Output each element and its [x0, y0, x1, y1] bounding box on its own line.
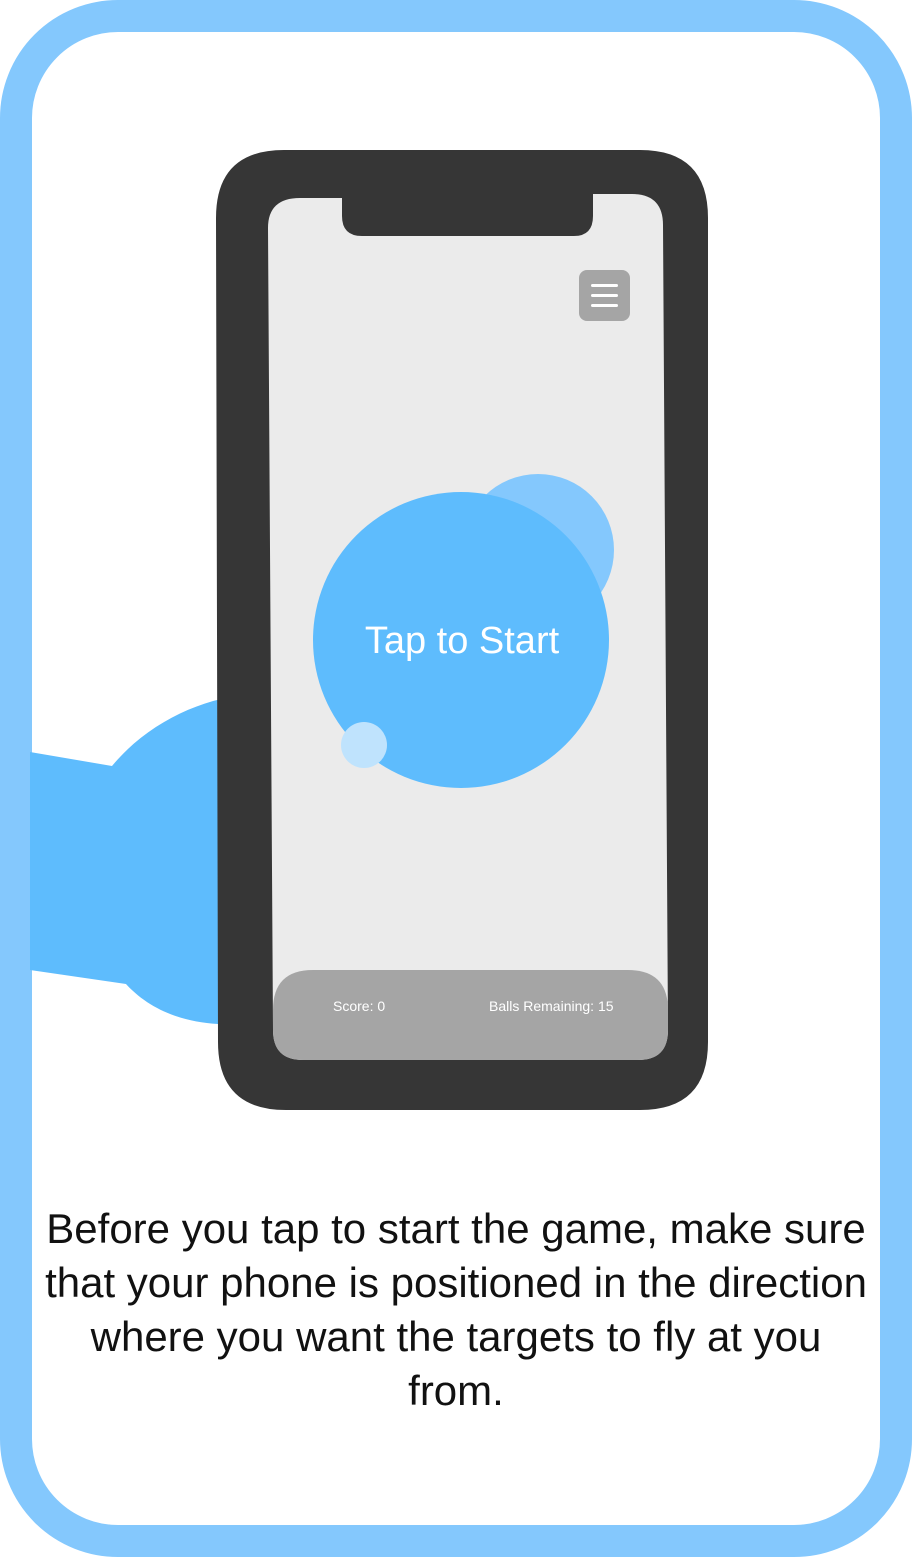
- score-text: Score: 0: [333, 998, 386, 1014]
- small-target-circle: [341, 722, 387, 768]
- instruction-text: Before you tap to start the game, make s…: [45, 1205, 867, 1414]
- tap-to-start-button[interactable]: Tap to Start: [312, 612, 612, 670]
- status-bar: [273, 970, 668, 1060]
- hamburger-menu-icon[interactable]: [579, 270, 630, 321]
- balls-remaining-text: Balls Remaining: 15: [489, 998, 614, 1014]
